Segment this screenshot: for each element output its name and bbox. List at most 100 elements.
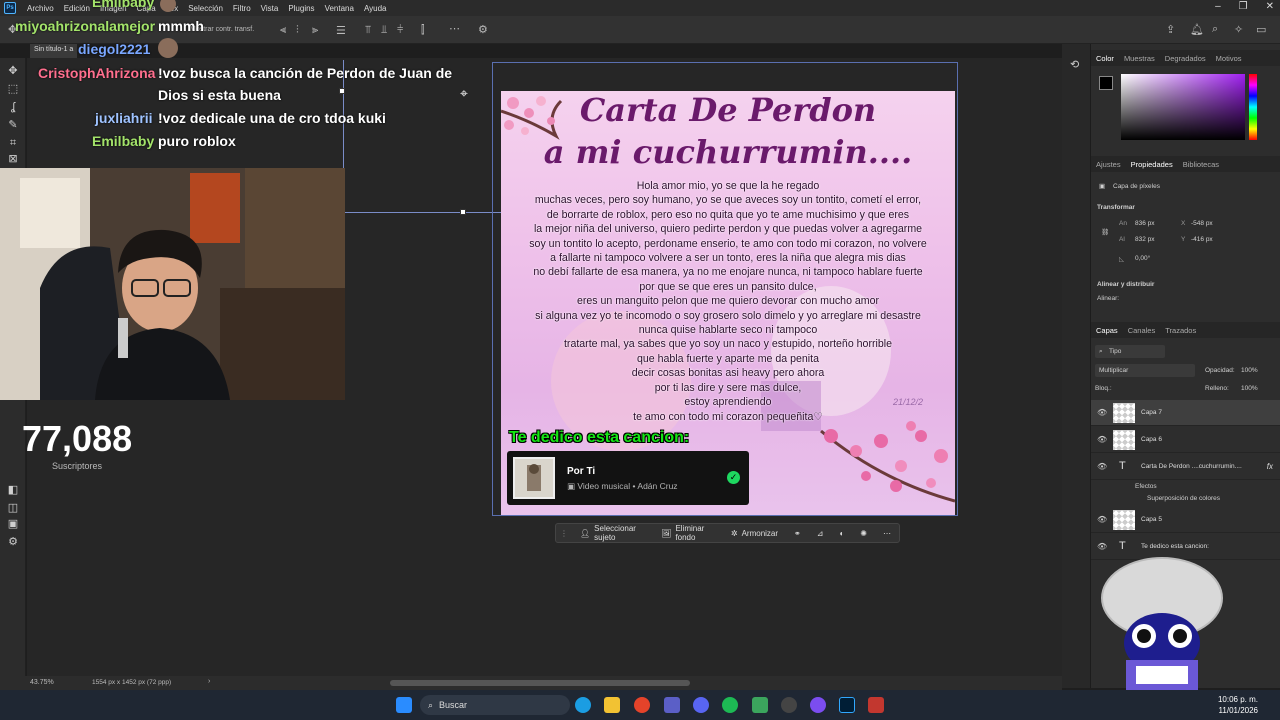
quick-mask-icon[interactable]: ◫ [6,501,20,515]
workspace-icon[interactable]: ▭ [1256,23,1266,36]
hue-slider[interactable] [1249,74,1257,140]
obs-icon[interactable] [781,697,797,713]
remove-background-button[interactable]: 🖼︎ Eliminar fondo [653,524,723,542]
copilot-icon[interactable] [664,697,680,713]
x-field[interactable]: -548 px [1191,220,1213,227]
menu-ventana[interactable]: Ventana [320,4,359,13]
layer-row[interactable]: 👁︎ Capa 5 [1091,507,1280,533]
height-field[interactable]: 832 px [1135,236,1155,243]
tab-swatches[interactable]: Muestras [1119,54,1160,63]
menu-vista[interactable]: Vista [256,4,284,13]
fx-icon[interactable]: ✺ [852,529,875,538]
eye-icon[interactable]: 👁︎ [1097,408,1107,417]
fill-field[interactable]: 100% [1241,385,1258,392]
more-options-icon[interactable]: ⋯ [875,529,899,538]
menu-seleccion[interactable]: Selección [183,4,228,13]
photoshop-taskbar-icon[interactable] [839,697,855,713]
select-subject-button[interactable]: 👤︎ Seleccionar sujeto [572,524,653,542]
restore-icon[interactable]: ❐ [1239,1,1248,12]
drag-handle-icon[interactable]: ⋮ [556,529,572,538]
distribute-v-icon[interactable]: ⫿ [421,24,425,37]
search-icon[interactable]: ⌕ [1212,23,1218,36]
blend-mode-dropdown[interactable]: Multiplicar [1095,364,1195,377]
marquee-icon[interactable]: ⬚ [6,82,20,96]
transform-handle[interactable] [339,88,345,94]
app-icon[interactable] [868,697,884,713]
eye-icon[interactable]: 👁︎ [1097,435,1107,444]
layer-row[interactable]: 👁︎ Capa 6 [1091,427,1280,453]
angle-field[interactable]: 0,00° [1135,255,1150,262]
document-canvas[interactable]: Carta De Perdon a mi cuchurrumin.... Hol… [501,91,955,515]
extras-icon[interactable]: ⚙ [6,535,20,549]
align-top-icon[interactable]: ⫪ [365,24,371,37]
eye-icon[interactable]: 👁︎ [1097,515,1107,524]
close-icon[interactable]: ✕ [1266,1,1274,12]
align-center-icon[interactable]: ⫶ [296,24,299,37]
document-tab[interactable]: Sin título-1 a [30,44,78,58]
app-icon[interactable] [752,697,768,713]
edge-icon[interactable] [575,697,591,713]
transform-heading[interactable]: Transformar [1097,204,1135,211]
move-icon[interactable]: ✥ [6,64,20,78]
layer-row[interactable]: 👁︎ Capa 7 [1091,400,1280,426]
tab-layers[interactable]: Capas [1091,326,1123,335]
align-heading[interactable]: Alinear y distribuir [1097,281,1154,288]
link-icon[interactable]: ⚭ [786,529,809,538]
menu-ayuda[interactable]: Ayuda [359,4,392,13]
discord-icon[interactable] [693,697,709,713]
menu-edicion[interactable]: Edición [59,4,95,13]
align-middle-icon[interactable]: ⫫ [381,24,387,37]
color-picker-field[interactable] [1121,74,1245,140]
eye-icon[interactable]: 👁︎ [1097,462,1107,471]
adjust-icon[interactable]: ◐ [831,529,852,538]
menu-archivo[interactable]: Archivo [22,4,59,13]
quick-select-icon[interactable]: ✎ [6,118,20,132]
align-left-icon[interactable]: ⫷ [280,24,286,37]
layer-row[interactable]: 👁︎ T Carta De Perdon ....cuchurrumin....… [1091,454,1280,480]
photoshop-logo-icon[interactable]: Ps [4,2,16,14]
tab-properties[interactable]: Propiedades [1126,160,1178,169]
crop-icon[interactable]: ⌗ [6,136,20,150]
tab-patterns[interactable]: Motivos [1211,54,1247,63]
tab-channels[interactable]: Canales [1123,326,1161,335]
swatch-icon[interactable]: ◧ [6,483,20,497]
chrome-icon[interactable] [634,697,650,713]
harmonize-button[interactable]: ✲ Armonizar [723,529,786,538]
tab-gradients[interactable]: Degradados [1160,54,1211,63]
gear-icon[interactable]: ⚙ [478,23,488,36]
transform-icon[interactable]: ⊿ [809,529,832,538]
transform-handle[interactable] [460,209,466,215]
y-field[interactable]: -416 px [1191,236,1213,243]
zoom-level[interactable]: 43.75% [30,679,54,686]
align-right-icon[interactable]: ⫸ [312,24,318,37]
reference-point-icon[interactable]: ⌖ [456,85,472,101]
lasso-icon[interactable]: ʆ [6,100,20,114]
chevron-right-icon[interactable]: › [208,678,210,685]
opacity-field[interactable]: 100% [1241,367,1258,374]
link-dimensions-icon[interactable]: ⛓ [1101,228,1109,236]
tab-color[interactable]: Color [1091,54,1119,63]
more-icon[interactable]: ⋯ [449,22,460,35]
horizontal-scrollbar[interactable] [390,680,690,686]
taskbar-search[interactable]: ⌕ Buscar [420,695,570,715]
history-icon[interactable]: ⟲ [1070,58,1079,71]
file-explorer-icon[interactable] [604,697,620,713]
distribute-icon[interactable]: ☰ [336,24,346,37]
spotify-icon[interactable] [722,697,738,713]
app-icon[interactable] [810,697,826,713]
bell-icon[interactable]: 🔔︎ [1190,23,1204,36]
system-clock[interactable]: 10:06 p. m. 11/01/2026 [1218,694,1258,716]
frame-icon[interactable]: ⊠ [6,152,20,166]
tab-paths[interactable]: Trazados [1160,326,1201,335]
tab-adjustments[interactable]: Ajustes [1091,160,1126,169]
windows-start-icon[interactable] [396,697,412,713]
layer-filter-dropdown[interactable]: ⌕ Tipo [1095,345,1165,358]
share-icon[interactable]: ⇪ [1166,23,1175,36]
minimize-icon[interactable]: – [1215,1,1221,12]
screen-mode-icon[interactable]: ▣ [6,517,20,531]
discover-icon[interactable]: ✧ [1234,23,1243,36]
width-field[interactable]: 836 px [1135,220,1155,227]
tab-libraries[interactable]: Bibliotecas [1178,160,1224,169]
align-bottom-icon[interactable]: ⫩ [397,24,403,37]
menu-filtro[interactable]: Filtro [228,4,256,13]
